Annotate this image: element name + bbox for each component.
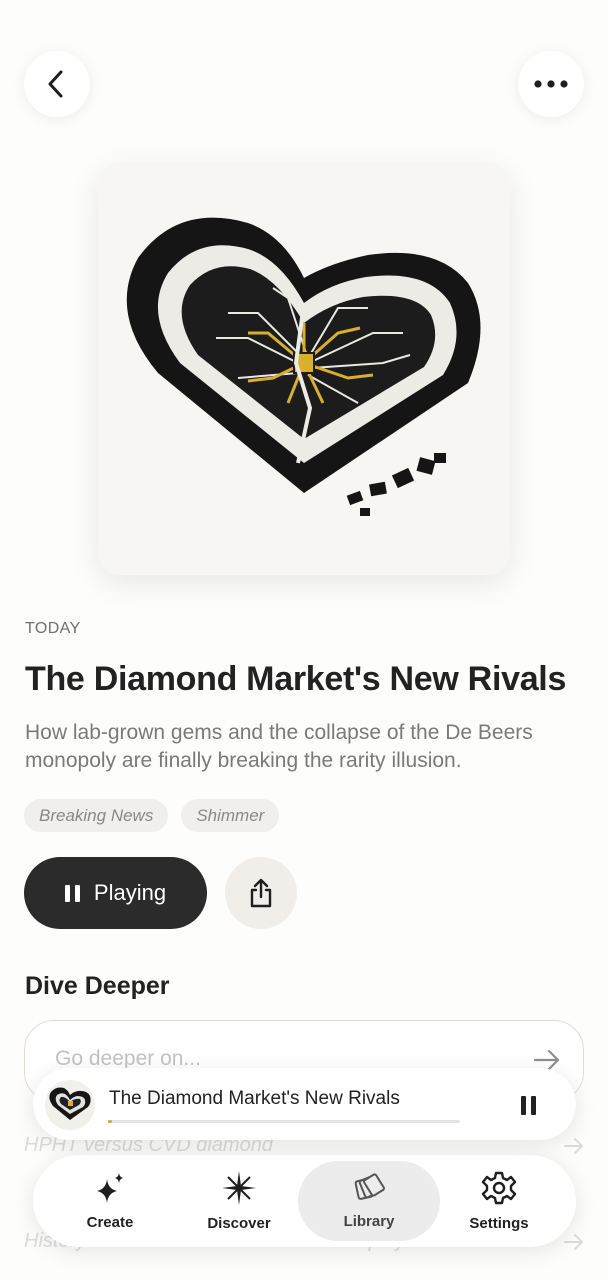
mini-player-progress[interactable] [108,1120,460,1123]
tab-label: Settings [469,1215,529,1232]
mini-player-artwork [45,1080,95,1130]
tag-list: Breaking News Shimmer [24,799,280,832]
episode-date-label: TODAY [25,620,81,637]
gear-icon [481,1171,517,1205]
tab-discover[interactable]: Discover [168,1161,310,1241]
tab-create[interactable]: Create [39,1161,181,1241]
tab-settings[interactable]: Settings [428,1161,570,1241]
tab-label: Discover [207,1215,271,1232]
tab-label: Create [86,1214,134,1231]
bottom-tab-bar: Create Discover Library Settings [33,1155,576,1247]
sparkles-icon [97,1173,123,1203]
playing-label: Playing [93,880,167,905]
tag-chip[interactable]: Shimmer [181,799,280,832]
dive-deeper-title: Dive Deeper [25,972,170,1000]
library-stack-icon [354,1173,385,1200]
mini-player[interactable]: The Diamond Market's New Rivals [33,1068,576,1140]
episode-title: The Diamond Market's New Rivals [25,660,567,698]
episode-cover-art [98,163,510,575]
arrow-right-icon [564,1137,584,1154]
pause-icon [64,884,80,902]
star-burst-icon [222,1171,256,1205]
diamond-heart-circuit-artwork [126,217,481,516]
arrow-right-icon [564,1233,584,1250]
chevron-left-icon [48,70,63,98]
mini-player-pause-button[interactable] [521,1096,536,1115]
tab-library[interactable]: Library [298,1161,440,1241]
episode-subtitle: How lab-grown gems and the collapse of t… [25,721,533,772]
playing-button[interactable]: Playing [24,857,207,929]
share-button[interactable] [225,857,297,929]
back-button[interactable] [24,51,90,117]
tag-chip[interactable]: Breaking News [24,799,169,832]
mini-player-progress-fill [108,1120,112,1123]
mini-player-title: The Diamond Market's New Rivals [109,1088,400,1109]
more-horizontal-icon [534,80,568,88]
more-options-button[interactable] [518,51,584,117]
share-icon [250,878,272,908]
tab-label: Library [343,1213,395,1230]
